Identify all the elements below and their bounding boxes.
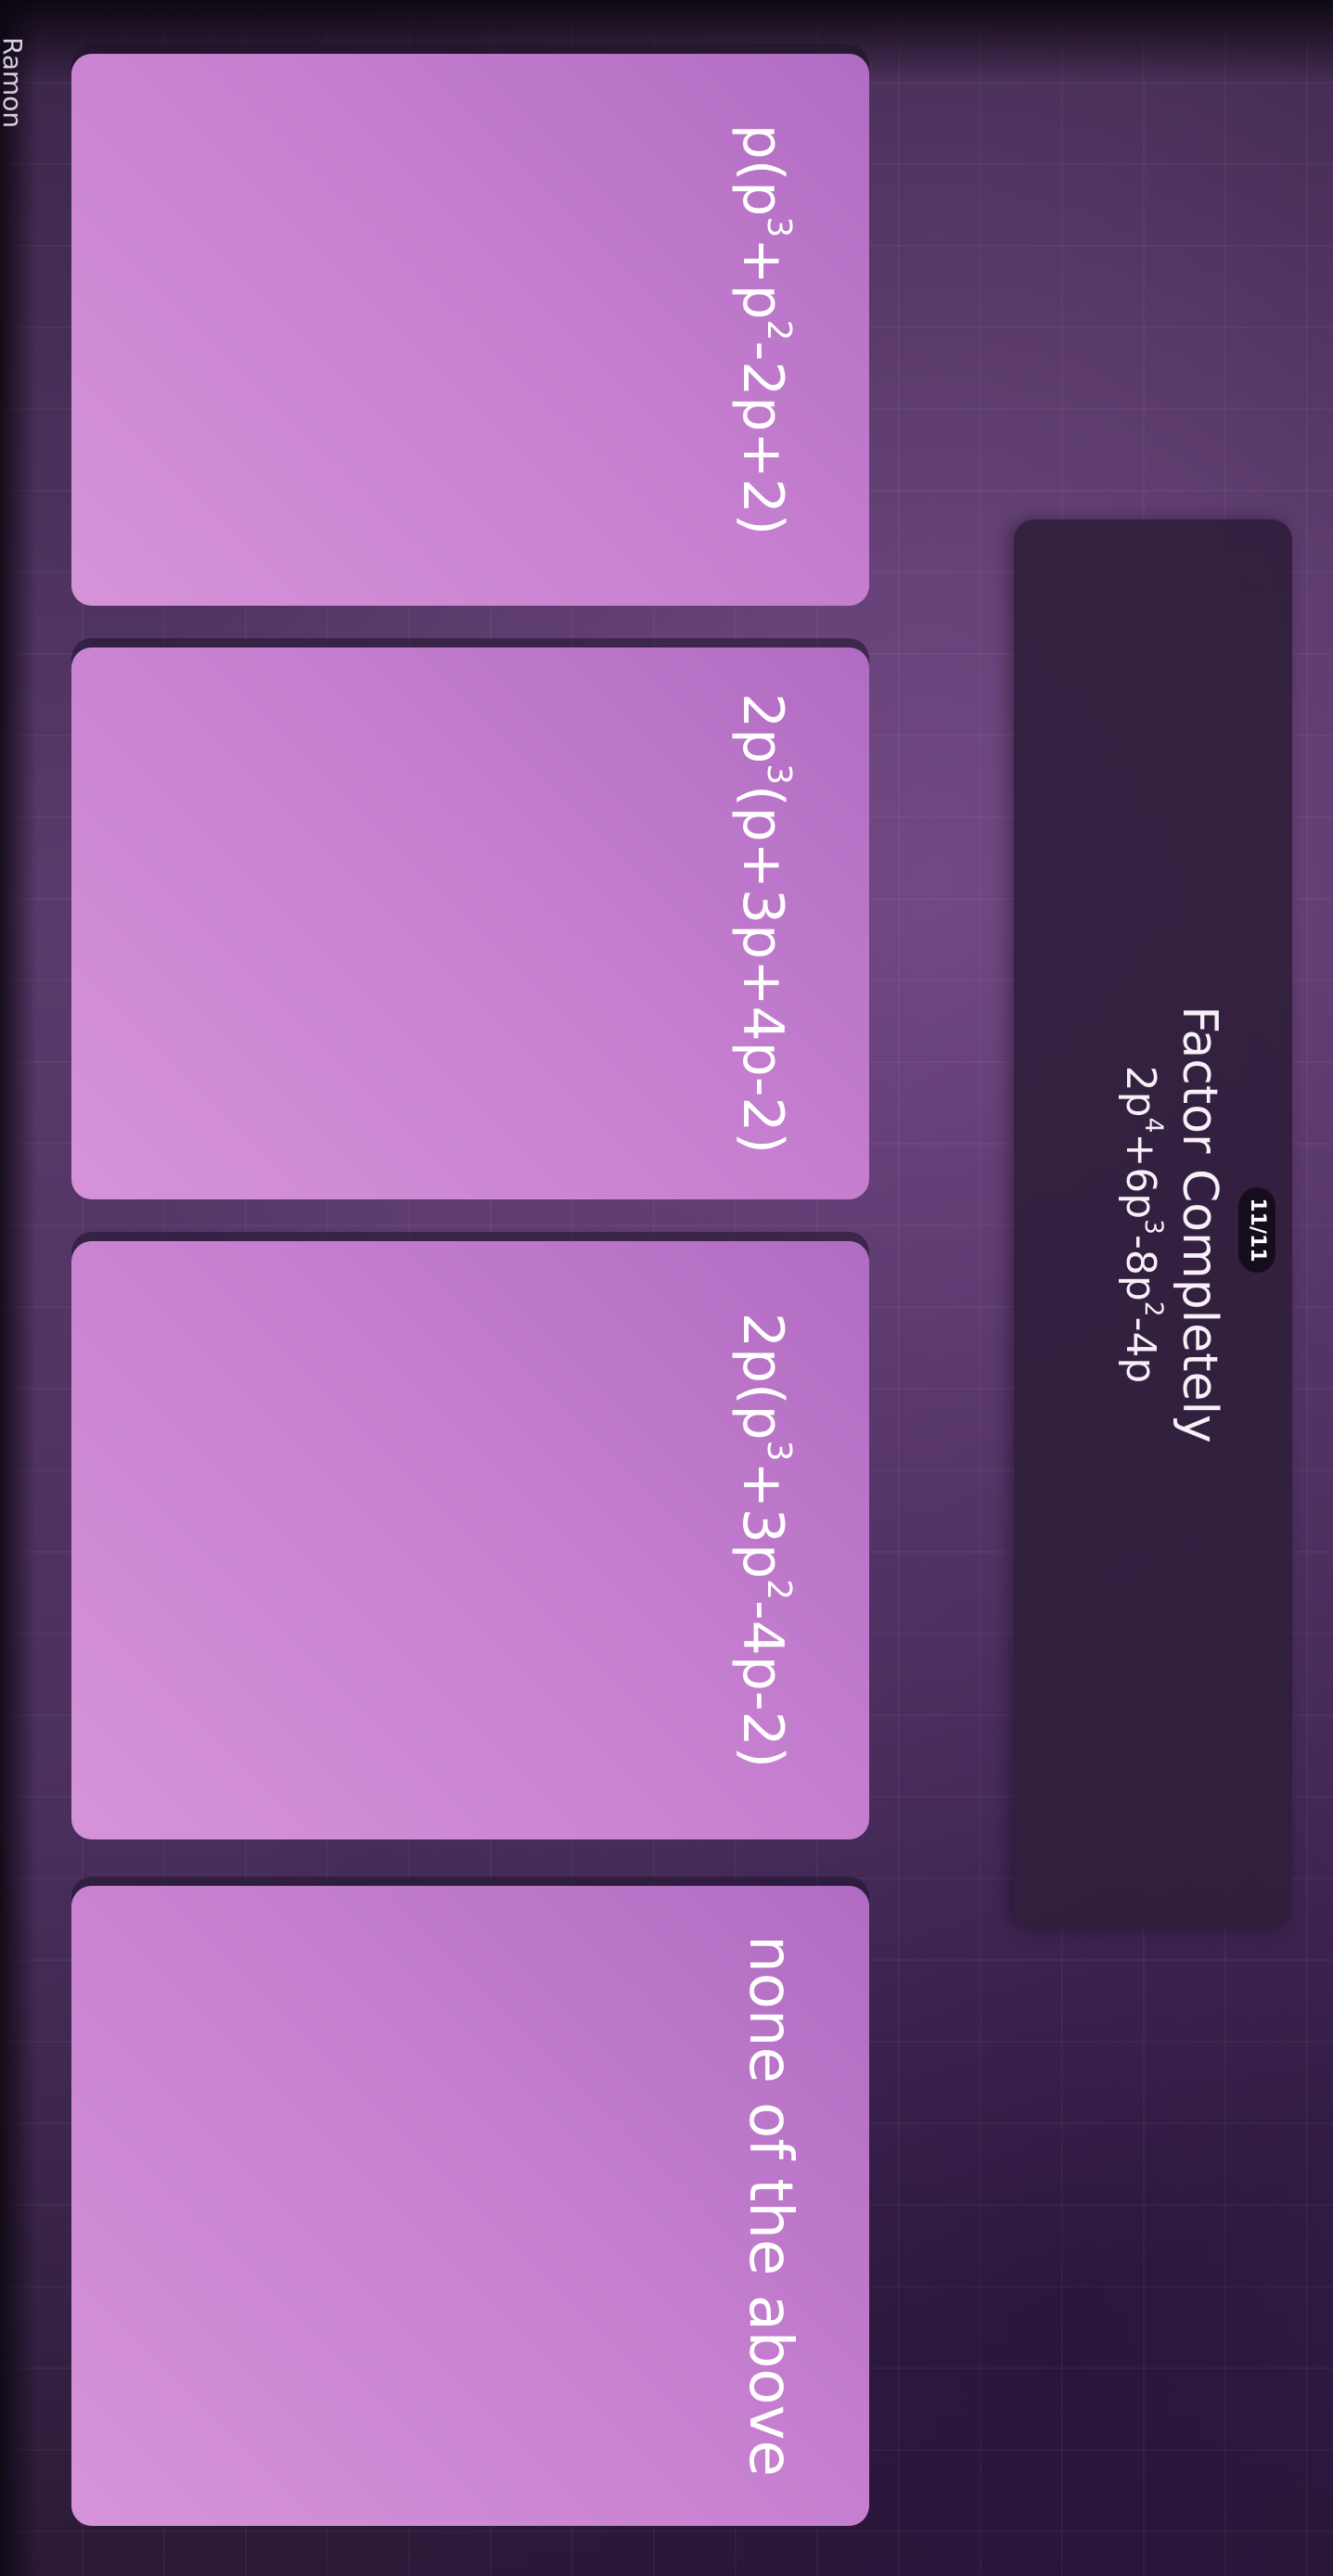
- question-expression: 2p4+6p3-8p2-4p: [1117, 1065, 1168, 1384]
- answer-option-3-label: 2p(p3+3p2-4p-2): [730, 1312, 799, 1769]
- answer-options: p(p3+p2-2p+2) 2p3(p+3p+4p-2) 2p(p3+3p2-4…: [34, 54, 869, 2558]
- answer-option-2-label: 2p3(p+3p+4p-2): [730, 693, 799, 1154]
- answer-option-2[interactable]: 2p3(p+3p+4p-2): [71, 647, 869, 1199]
- quiz-screen: Ramon 11/11 Factor Completely 2p4+6p3-8p…: [0, 0, 1333, 2576]
- answer-option-1[interactable]: p(p3+p2-2p+2): [71, 54, 869, 606]
- question-panel: 11/11 Factor Completely 2p4+6p3-8p2-4p: [1014, 519, 1292, 1929]
- answer-option-4[interactable]: none of the above: [71, 1886, 869, 2526]
- answer-option-4-label: none of the above: [736, 1935, 804, 2477]
- question-counter: 11/11: [1238, 1187, 1275, 1273]
- answer-option-3[interactable]: 2p(p3+3p2-4p-2): [71, 1241, 869, 1839]
- question-title: Factor Completely: [1172, 1006, 1227, 1443]
- answer-option-1-label: p(p3+p2-2p+2): [730, 123, 799, 536]
- quiz-content: 11/11 Factor Completely 2p4+6p3-8p2-4p p…: [0, 0, 1333, 2576]
